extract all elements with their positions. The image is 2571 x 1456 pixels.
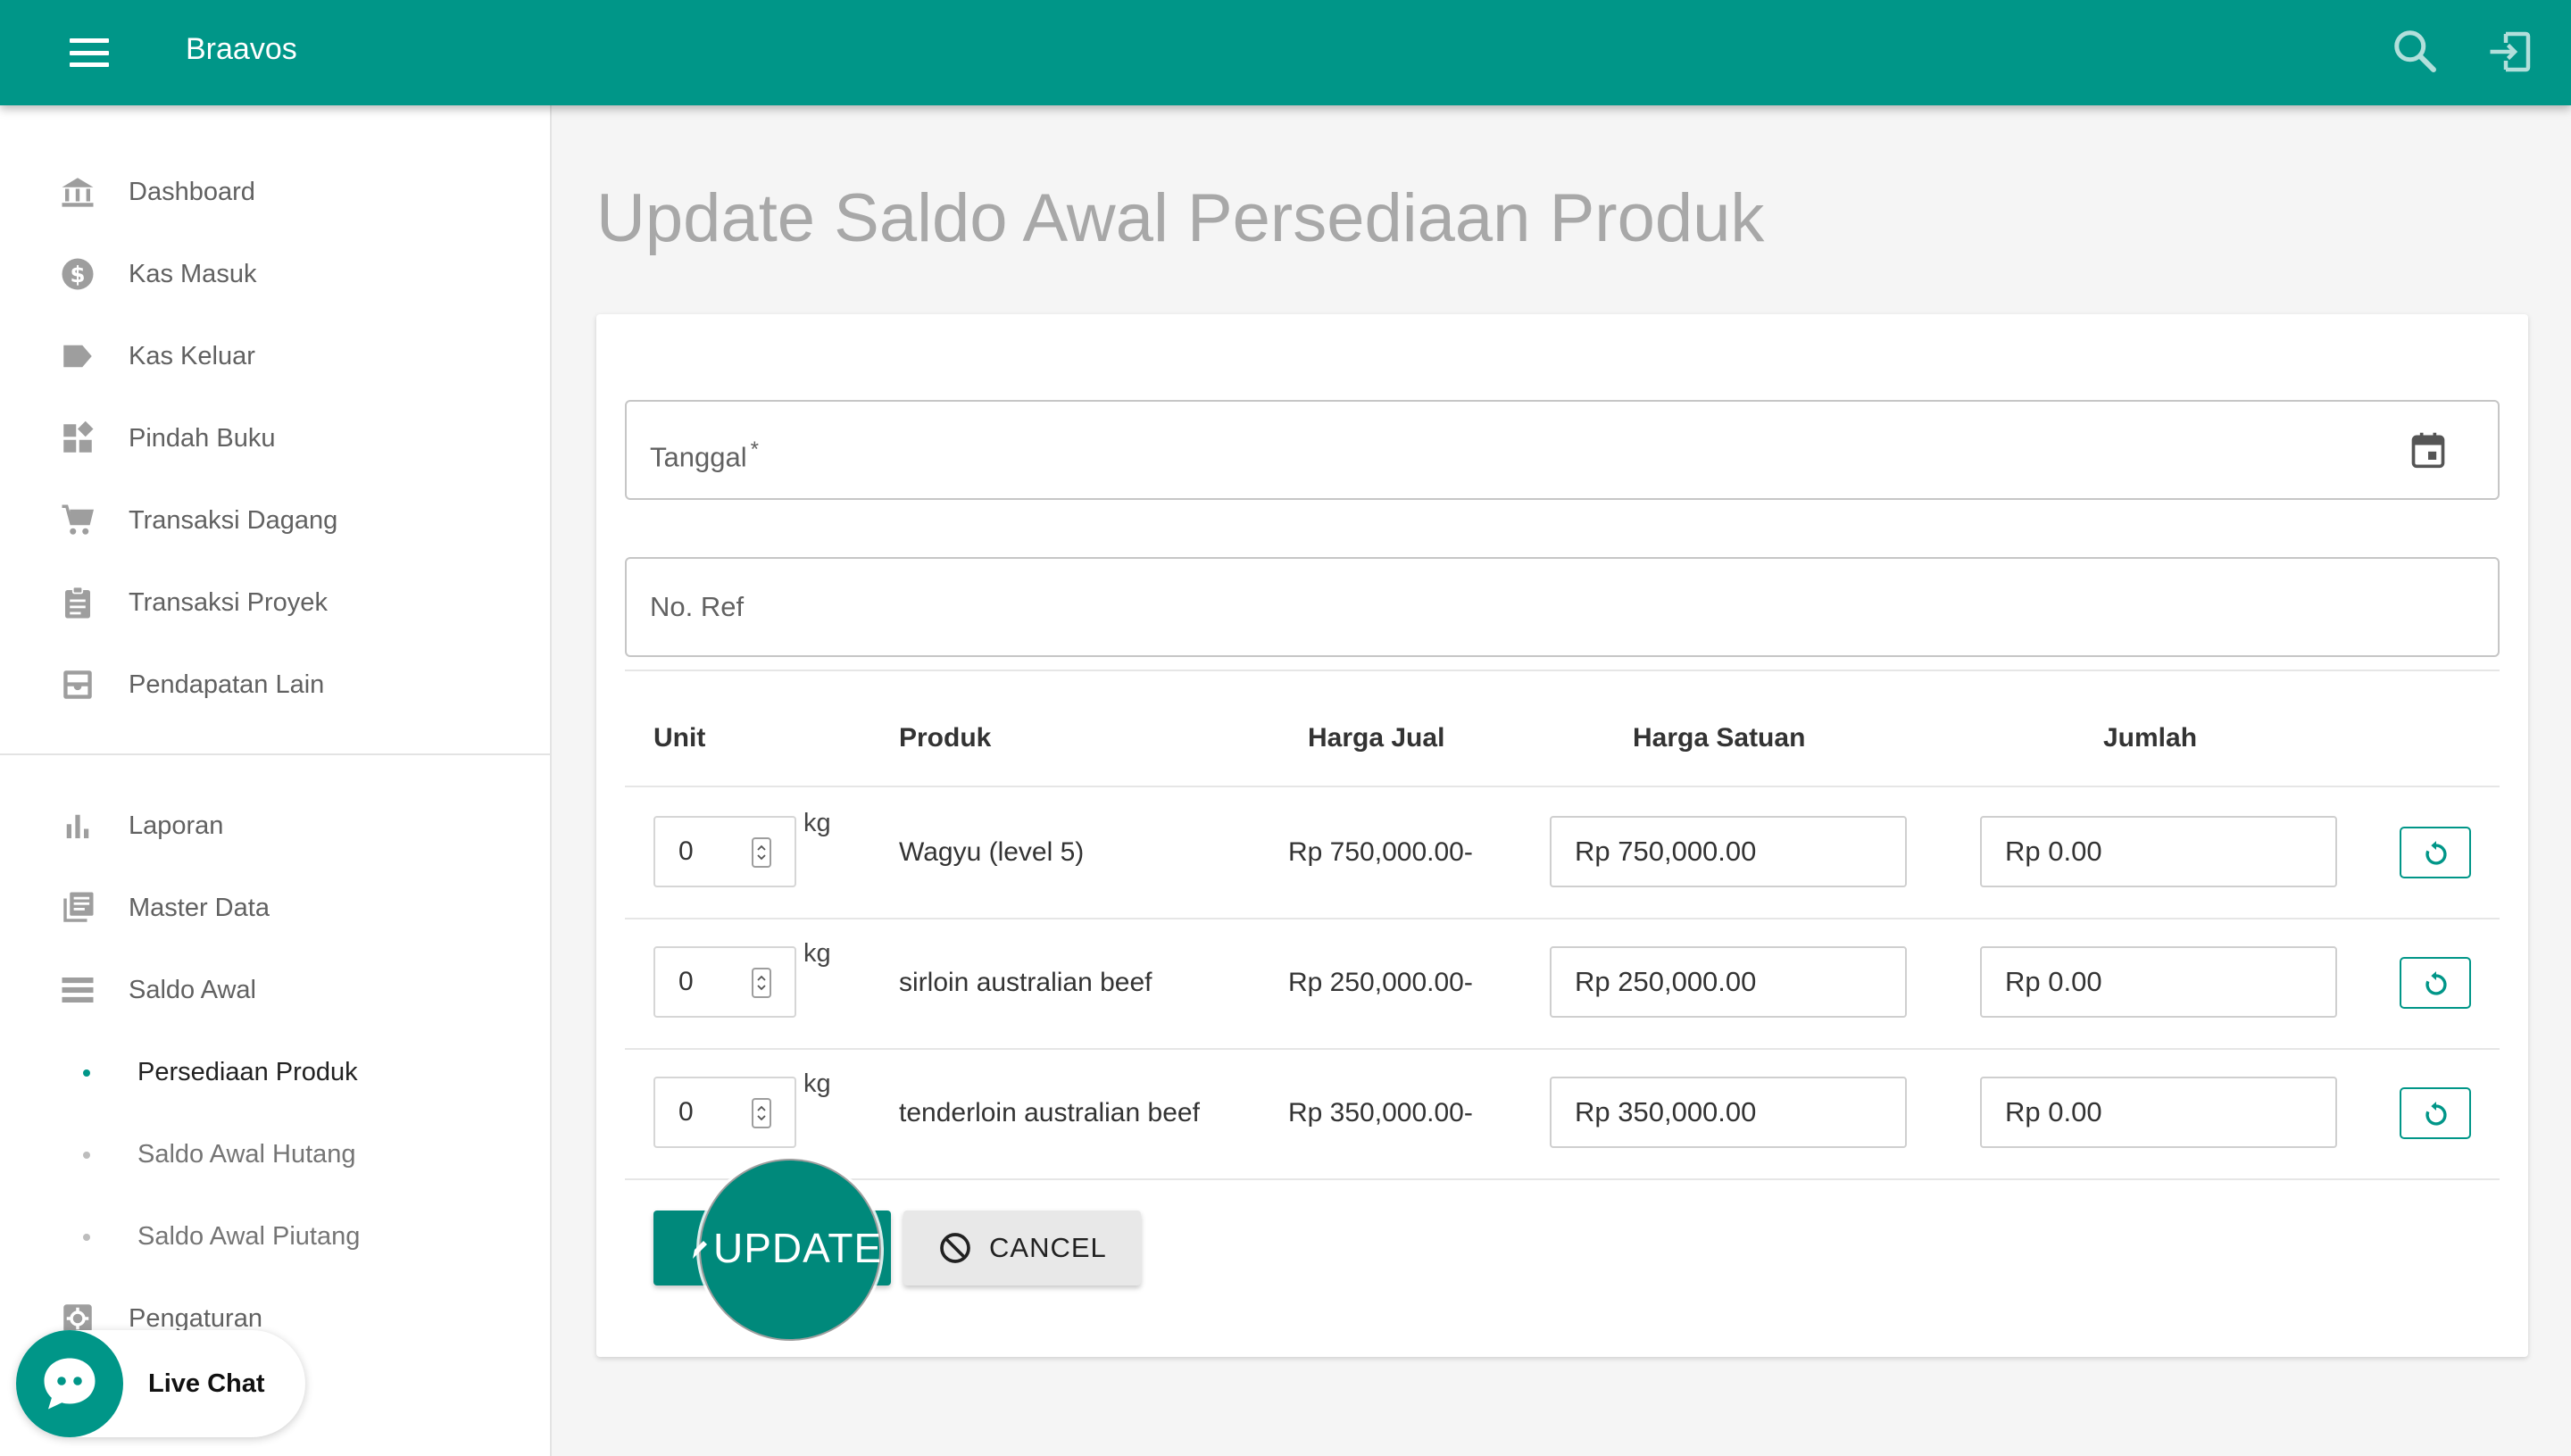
top-app-bar: Braavos <box>0 0 2571 105</box>
unit-label: kg <box>803 939 831 968</box>
harga-satuan-input[interactable]: Rp 250,000.00 <box>1550 946 1907 1018</box>
sidebar-item-transaksi-dagang[interactable]: Transaksi Dagang <box>0 489 550 552</box>
inbox-icon <box>63 670 92 699</box>
tanggal-label: Tanggal * <box>650 437 759 473</box>
refresh-icon <box>2425 841 2447 865</box>
form-card: Tanggal * No. Ref Unit Produk Harga Jual … <box>596 314 2528 1357</box>
sidebar-item-kas-keluar[interactable]: Kas Keluar <box>0 325 550 387</box>
sidebar-item-label: Pendapatan Lain <box>129 670 325 699</box>
svg-text:$: $ <box>70 262 85 287</box>
sidebar-subitem-saldo-awal-piutang[interactable]: Saldo Awal Piutang <box>0 1205 550 1268</box>
reset-button[interactable] <box>2400 957 2471 1009</box>
sidebar-item-pindah-buku[interactable]: Pindah Buku <box>0 407 550 470</box>
harga-jual: Rp 250,000.00- <box>1288 968 1473 997</box>
sidebar-subitem-label: Persediaan Produk <box>137 1058 358 1086</box>
divider <box>625 1178 2500 1180</box>
cancel-button[interactable]: CANCEL <box>903 1211 1141 1285</box>
column-header-jumlah: Jumlah <box>2103 723 2198 753</box>
reset-button[interactable] <box>2400 1087 2471 1139</box>
search-icon[interactable] <box>2389 25 2442 79</box>
logout-icon[interactable] <box>2484 25 2537 79</box>
sidebar-item-label: Transaksi Proyek <box>129 588 328 617</box>
sidebar-item-label: Saldo Awal <box>129 976 256 1004</box>
produk-name: tenderloin australian beef <box>899 1098 1200 1127</box>
table-row: 0 kg tenderloin australian beef Rp 350,0… <box>625 1048 2500 1178</box>
sidebar-item-laporan[interactable]: Laporan <box>0 795 550 857</box>
sidebar-item-master-data[interactable]: Master Data <box>0 877 550 939</box>
spinner-arrows-icon[interactable] <box>752 837 771 868</box>
sidebar-item-transaksi-proyek[interactable]: Transaksi Proyek <box>0 571 550 634</box>
harga-jual: Rp 750,000.00- <box>1288 837 1473 867</box>
sidebar-item-kas-masuk[interactable]: $ Kas Masuk <box>0 243 550 305</box>
produk-name: Wagyu (level 5) <box>899 837 1085 867</box>
sidebar-item-label: Kas Masuk <box>129 260 257 288</box>
bullet-dot <box>83 1152 90 1159</box>
clipboard-icon <box>65 586 90 619</box>
update-button-label[interactable]: UPDATE <box>713 1211 882 1285</box>
sidebar-divider <box>0 753 550 755</box>
unit-input[interactable]: 0 <box>653 946 796 1018</box>
widgets-icon <box>63 420 94 453</box>
sidebar-item-label: Kas Keluar <box>129 342 255 370</box>
column-header-harga-jual: Harga Jual <box>1308 723 1445 753</box>
sidebar-subitem-saldo-awal-hutang[interactable]: Saldo Awal Hutang <box>0 1123 550 1186</box>
sidebar-subitem-persediaan-produk[interactable]: Persediaan Produk <box>0 1041 550 1103</box>
calendar-icon[interactable] <box>2409 430 2448 470</box>
library-books-icon <box>63 892 94 922</box>
sidebar: Dashboard $ Kas Masuk Kas Keluar Pindah … <box>0 105 552 1456</box>
column-header-produk: Produk <box>899 723 992 753</box>
live-chat-label: Live Chat <box>148 1369 265 1398</box>
spinner-arrows-icon[interactable] <box>752 968 771 998</box>
no-ref-field[interactable]: No. Ref <box>625 557 2500 657</box>
pencil-icon <box>693 1241 707 1259</box>
column-header-unit: Unit <box>653 723 706 753</box>
jumlah-input[interactable]: Rp 0.00 <box>1980 816 2337 887</box>
sidebar-item-pendapatan-lain[interactable]: Pendapatan Lain <box>0 653 550 716</box>
bullet-dot <box>83 1069 90 1077</box>
list-icon <box>62 978 94 1003</box>
spinner-arrows-icon[interactable] <box>752 1098 771 1128</box>
sidebar-subitem-label: Saldo Awal Piutang <box>137 1222 361 1251</box>
bank-icon <box>62 178 94 207</box>
no-ref-label: No. Ref <box>650 591 745 622</box>
tanggal-field[interactable]: Tanggal * <box>625 400 2500 500</box>
table-row: 0 kg Wagyu (level 5) Rp 750,000.00- Rp 7… <box>625 787 2500 918</box>
harga-satuan-input[interactable]: Rp 350,000.00 <box>1550 1077 1907 1148</box>
sidebar-item-label: Pindah Buku <box>129 424 276 453</box>
live-chat-widget[interactable]: Live Chat <box>16 1330 305 1437</box>
refresh-icon <box>2425 971 2447 995</box>
cancel-button-label: CANCEL <box>989 1232 1107 1263</box>
bar-chart-icon <box>66 814 89 838</box>
sidebar-subitem-label: Saldo Awal Hutang <box>137 1140 356 1169</box>
sidebar-item-dashboard[interactable]: Dashboard <box>0 161 550 223</box>
table-row: 0 kg sirloin australian beef Rp 250,000.… <box>625 918 2500 1048</box>
app-title: Braavos <box>186 32 297 66</box>
unit-input[interactable]: 0 <box>653 1077 796 1148</box>
harga-satuan-input[interactable]: Rp 750,000.00 <box>1550 816 1907 887</box>
chat-bubble-icon[interactable] <box>16 1330 123 1437</box>
sidebar-item-label: Laporan <box>129 811 224 840</box>
label-icon <box>63 345 92 368</box>
jumlah-input[interactable]: Rp 0.00 <box>1980 946 2337 1018</box>
unit-label: kg <box>803 809 831 837</box>
produk-name: sirloin australian beef <box>899 968 1152 997</box>
unit-label: kg <box>803 1069 831 1098</box>
hamburger-menu-icon[interactable] <box>59 29 120 77</box>
refresh-icon <box>2425 1102 2447 1126</box>
sidebar-item-label: Transaksi Dagang <box>129 506 338 535</box>
sidebar-item-saldo-awal[interactable]: Saldo Awal <box>0 959 550 1021</box>
sidebar-item-label: Master Data <box>129 894 270 922</box>
bullet-dot <box>83 1234 90 1241</box>
dollar-circle-icon: $ <box>62 258 94 290</box>
divider <box>625 670 2500 671</box>
sidebar-item-label: Dashboard <box>129 178 255 206</box>
reset-button[interactable] <box>2400 827 2471 878</box>
block-icon <box>940 1233 970 1263</box>
harga-jual: Rp 350,000.00- <box>1288 1098 1473 1127</box>
column-header-harga-satuan: Harga Satuan <box>1633 723 1806 753</box>
page-title: Update Saldo Awal Persediaan Produk <box>596 180 1765 256</box>
cart-icon <box>62 504 94 535</box>
jumlah-input[interactable]: Rp 0.00 <box>1980 1077 2337 1148</box>
unit-input[interactable]: 0 <box>653 816 796 887</box>
